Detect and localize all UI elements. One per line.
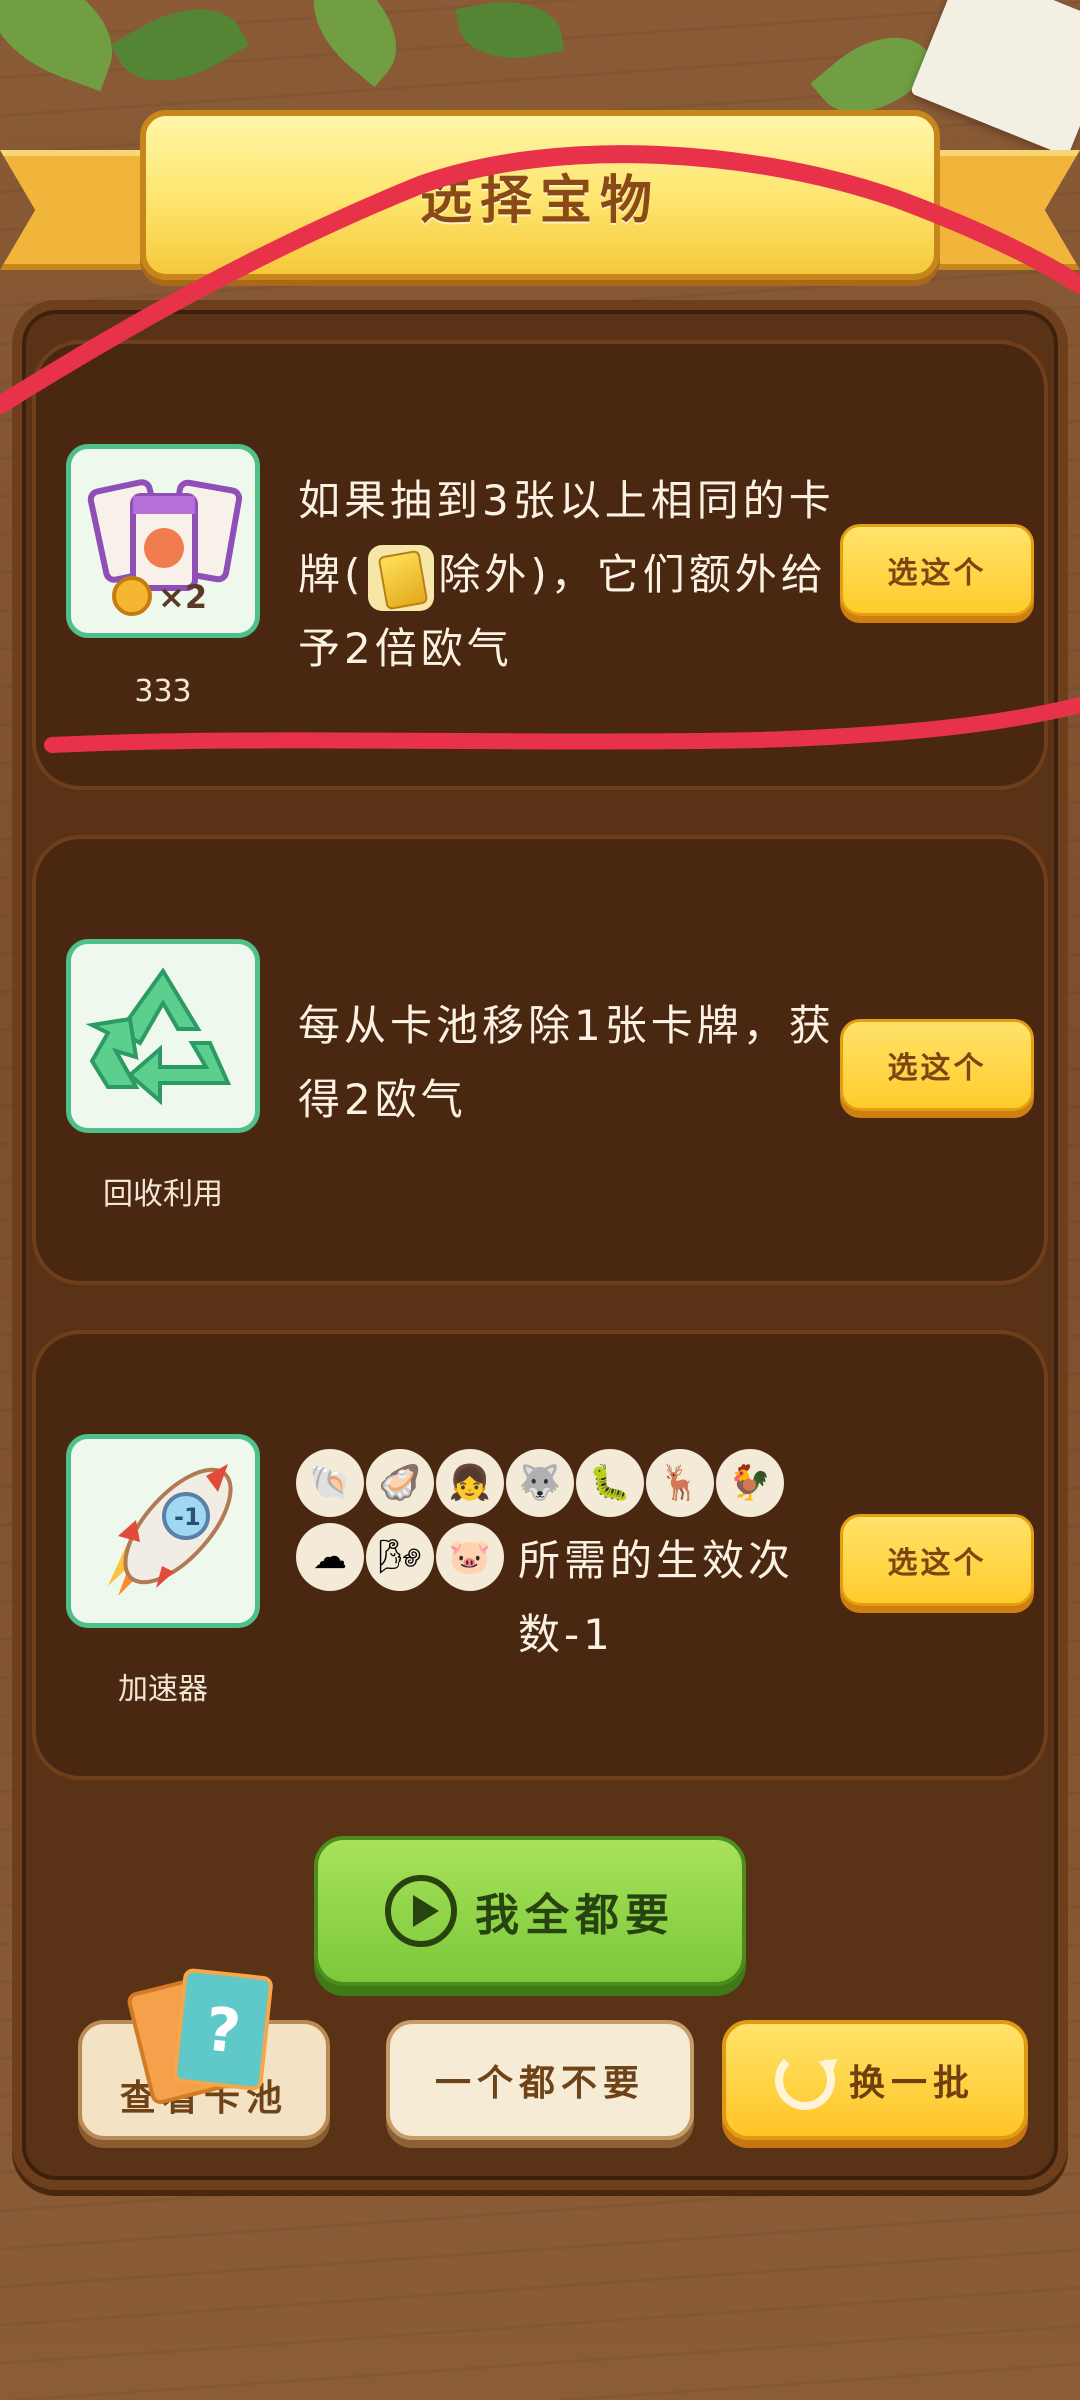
husky-icon: 🐺 [506,1449,574,1517]
double-card-coin-icon: ×2 [66,444,260,638]
shell-icon: 🐚 [296,1449,364,1517]
svg-text:-1: -1 [174,1503,201,1531]
svg-text:×2: ×2 [158,578,207,616]
girl-icon: 👧 [436,1449,504,1517]
choose-button[interactable]: 选这个 [840,524,1034,616]
deer-icon: 🦌 [646,1449,714,1517]
ribbon-right-tail [920,150,1080,270]
recycle-icon [66,939,260,1133]
take-all-label: 我全都要 [475,1890,675,1941]
card-pool-icon: ? [125,1967,280,2107]
choose-button[interactable]: 选这个 [840,1514,1034,1606]
take-all-button[interactable]: 我全都要 [314,1836,746,1986]
title-ribbon: 选择宝物 [140,110,940,280]
cloud-icon: ☁ [296,1523,364,1591]
refresh-icon [774,2050,835,2110]
leaf-decoration [110,0,250,106]
ribbon-left-tail [0,150,160,270]
wind-icon: 🌬 [366,1523,434,1591]
oyster-icon: 🦪 [366,1449,434,1517]
option-card-2: 回收利用 每从卡池移除1张卡牌，获得2欧气 选这个 [32,835,1048,1285]
option-description: 如果抽到3张以上相同的卡牌(除外)，它们额外给予2倍欧气 [298,464,858,686]
play-video-icon [385,1875,457,1947]
option-description: 所需的生效次数-1 [518,1524,878,1672]
rocket-icon: -1 [66,1434,260,1628]
refresh-label: 换一批 [848,2063,975,2104]
choose-button[interactable]: 选这个 [840,1019,1034,1111]
piggy-bank-icon: 🐷 [436,1523,504,1591]
take-none-button[interactable]: 一个都不要 [386,2020,694,2140]
option-name: 加速器 [118,1672,208,1707]
option-description-text: 所需的生效次数-1 [518,1536,795,1659]
leaf-decoration [455,0,565,69]
option-name: 回收利用 [103,1177,223,1212]
rooster-icon: 🐓 [716,1449,784,1517]
option-card-1: ×2 333 如果抽到3张以上相同的卡牌(除外)，它们额外给予2倍欧气 选这个 [32,340,1048,790]
option-card-3: -1 加速器 🐚 🦪 👧 🐺 🐛 🦌 🐓 ☁ 🌬 🐷 所需的生效次数-1 选这个 [32,1330,1048,1780]
option-name: 333 [134,674,192,709]
caterpillar-icon: 🐛 [576,1449,644,1517]
refresh-button[interactable]: 换一批 [722,2020,1028,2140]
option-description: 每从卡池移除1张卡牌，获得2欧气 [298,1001,835,1124]
golden-card-icon [368,544,435,611]
leaf-decoration [290,0,420,88]
page-title: 选择宝物 [419,169,660,231]
